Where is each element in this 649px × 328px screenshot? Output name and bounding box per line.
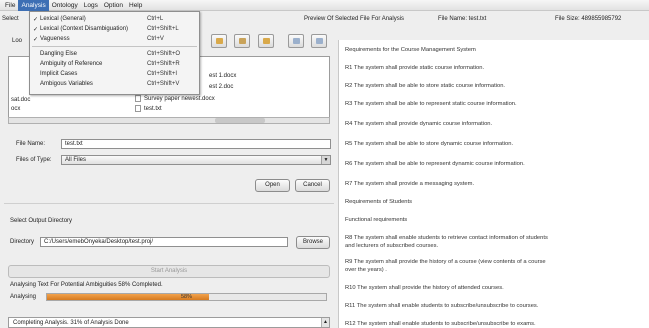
list-item[interactable]: est 2.doc [209, 84, 233, 90]
document-icon [135, 95, 141, 102]
checkmark-icon: ✓ [33, 26, 39, 33]
menu-separator [32, 46, 197, 47]
new-folder-icon [263, 38, 270, 44]
file-size-readout: File Size: 489855985792 [555, 16, 622, 22]
menu-item-shortcut: Ctrl+Shift+O [147, 51, 181, 57]
checkmark-icon: ✓ [33, 36, 39, 43]
preview-line: Requirements for the Course Management S… [345, 47, 476, 53]
menu-item[interactable]: ✓ Lexical (General) Ctrl+L [30, 14, 199, 24]
menu-item[interactable]: ✓ Lexical (Context Disambiguation) Ctrl+Sh… [30, 24, 199, 34]
open-button[interactable]: Open [255, 179, 290, 192]
divider [4, 203, 334, 204]
preview-line: R3 The system shall be able to represent… [345, 101, 517, 107]
file-name-label: File Name: [16, 141, 46, 147]
list-view-icon [293, 38, 300, 44]
preview-line: R8 The system shall enable students to r… [345, 235, 548, 241]
preview-line: R1 The system shall provide static cours… [345, 65, 485, 71]
menu-help[interactable]: Help [126, 0, 145, 11]
checkmark-icon: ✓ [33, 16, 39, 23]
file-preview-panel: Requirements for the Course Management S… [338, 40, 649, 328]
menu-ontology[interactable]: Ontology [49, 0, 81, 11]
menu-item-label: Lexical (General) [40, 16, 86, 22]
menu-logs[interactable]: Logs [81, 0, 101, 11]
document-icon [135, 105, 141, 112]
browse-button[interactable]: Browse [296, 236, 330, 249]
chevron-down-icon: ▼ [321, 156, 330, 164]
menu-item[interactable]: Implicit Cases Ctrl+Shift+I [30, 69, 199, 79]
preview-line: R7 The system shall provide a messaging … [345, 181, 475, 187]
menu-item[interactable]: Ambiguity of Reference Ctrl+Shift+R [30, 59, 199, 69]
output-directory-title: Select Output Directory [10, 218, 73, 224]
preview-line: R4 The system shall provide dynamic cour… [345, 121, 493, 127]
details-view-button[interactable] [311, 34, 327, 48]
menu-item-shortcut: Ctrl+Shift+R [147, 61, 180, 67]
select-label-partial: Select [2, 16, 19, 22]
directory-input[interactable]: C:/Users/emebOnyeka/Desktop/test.proj/ [40, 237, 288, 247]
menu-item-shortcut: Ctrl+Shift+I [147, 71, 178, 77]
preview-label: Preview Of Selected File For Analysis [304, 16, 405, 22]
analysis-menu: ✓ Lexical (General) Ctrl+L ✓ Lexical (Contex… [29, 11, 200, 95]
preview-line: R2 The system shall be able to store sta… [345, 83, 506, 89]
look-in-label-partial: Loo [12, 38, 23, 44]
preview-line: over the years) . [345, 267, 387, 273]
analysing-label: Analysing [10, 294, 37, 300]
menu-item-shortcut: Ctrl+L [147, 16, 164, 22]
details-view-icon [316, 38, 323, 44]
files-of-type-label: Files of Type: [16, 157, 52, 163]
list-item[interactable]: Survey paper newest.docx [135, 95, 215, 102]
status-log[interactable]: Completing Analysis. 31% of Analysis Don… [8, 317, 330, 328]
preview-line: R10 The system shall provide the history… [345, 285, 504, 291]
menu-item-label: Vagueness [40, 36, 70, 42]
menu-item-shortcut: Ctrl+V [147, 36, 164, 42]
file-list-scrollbar[interactable] [8, 117, 330, 124]
list-item[interactable]: ocx [11, 106, 20, 112]
list-item[interactable]: test.txt [135, 105, 162, 112]
list-item[interactable]: sat.doc [11, 97, 30, 103]
menu-item-label: Ambigous Variables [40, 81, 93, 87]
menu-item-label: Dangling Else [40, 51, 78, 57]
menu-item[interactable]: ✓ Vagueness Ctrl+V [30, 34, 199, 44]
menu-item-label: Implicit Cases [40, 71, 78, 77]
menu-analysis[interactable]: Analysis [18, 0, 49, 11]
file-name-readout: File Name: test.txt [438, 16, 487, 22]
files-of-type-select[interactable]: All Files ▼ [61, 155, 331, 165]
menu-option[interactable]: Option [101, 0, 126, 11]
chevron-up-icon[interactable]: ▲ [321, 318, 329, 327]
cancel-button[interactable]: Cancel [295, 179, 330, 192]
preview-line: Requirements of Students [345, 199, 413, 205]
menu-item[interactable]: Ambigous Variables Ctrl+Shift+V [30, 79, 199, 89]
analysis-status-text: Analysing Text For Potential Ambiguities… [10, 282, 163, 288]
menu-item-shortcut: Ctrl+Shift+L [147, 26, 179, 32]
scrollbar-thumb[interactable] [215, 118, 265, 123]
up-folder-button[interactable] [211, 34, 227, 48]
menu-item[interactable]: Dangling Else Ctrl+Shift+O [30, 49, 199, 59]
directory-label: Directory [10, 239, 35, 245]
folder-up-icon [216, 38, 223, 44]
menu-item-label: Ambiguity of Reference [40, 61, 103, 67]
preview-line: R9 The system shall provide the history … [345, 259, 546, 265]
list-view-button[interactable] [288, 34, 304, 48]
new-folder-button[interactable] [258, 34, 274, 48]
menu-bar: File Analysis Ontology Logs Option Help [0, 0, 649, 11]
preview-line: Functional requirements [345, 217, 408, 223]
preview-line: R11 The system shall enable students to … [345, 303, 539, 309]
preview-line: R5 The system shall be able to store dyn… [345, 141, 514, 147]
menu-file[interactable]: File [2, 0, 18, 11]
home-button[interactable] [234, 34, 250, 48]
preview-line: and lecturers of subscribed courses. [345, 243, 439, 249]
file-name-input[interactable]: test.txt [61, 139, 331, 149]
home-icon [239, 38, 246, 44]
analysis-progress-bar: 58% [46, 293, 327, 301]
preview-line: R6 The system shall be able to represent… [345, 161, 525, 167]
menu-item-label: Lexical (Context Disambiguation) [40, 26, 129, 32]
list-item[interactable]: est 1.docx [209, 73, 236, 79]
start-analysis-button[interactable]: Start Analysis [8, 265, 330, 278]
progress-percent: 58% [180, 294, 192, 300]
menu-item-shortcut: Ctrl+Shift+V [147, 81, 180, 87]
preview-line: R12 The system shall enable students to … [345, 321, 536, 327]
